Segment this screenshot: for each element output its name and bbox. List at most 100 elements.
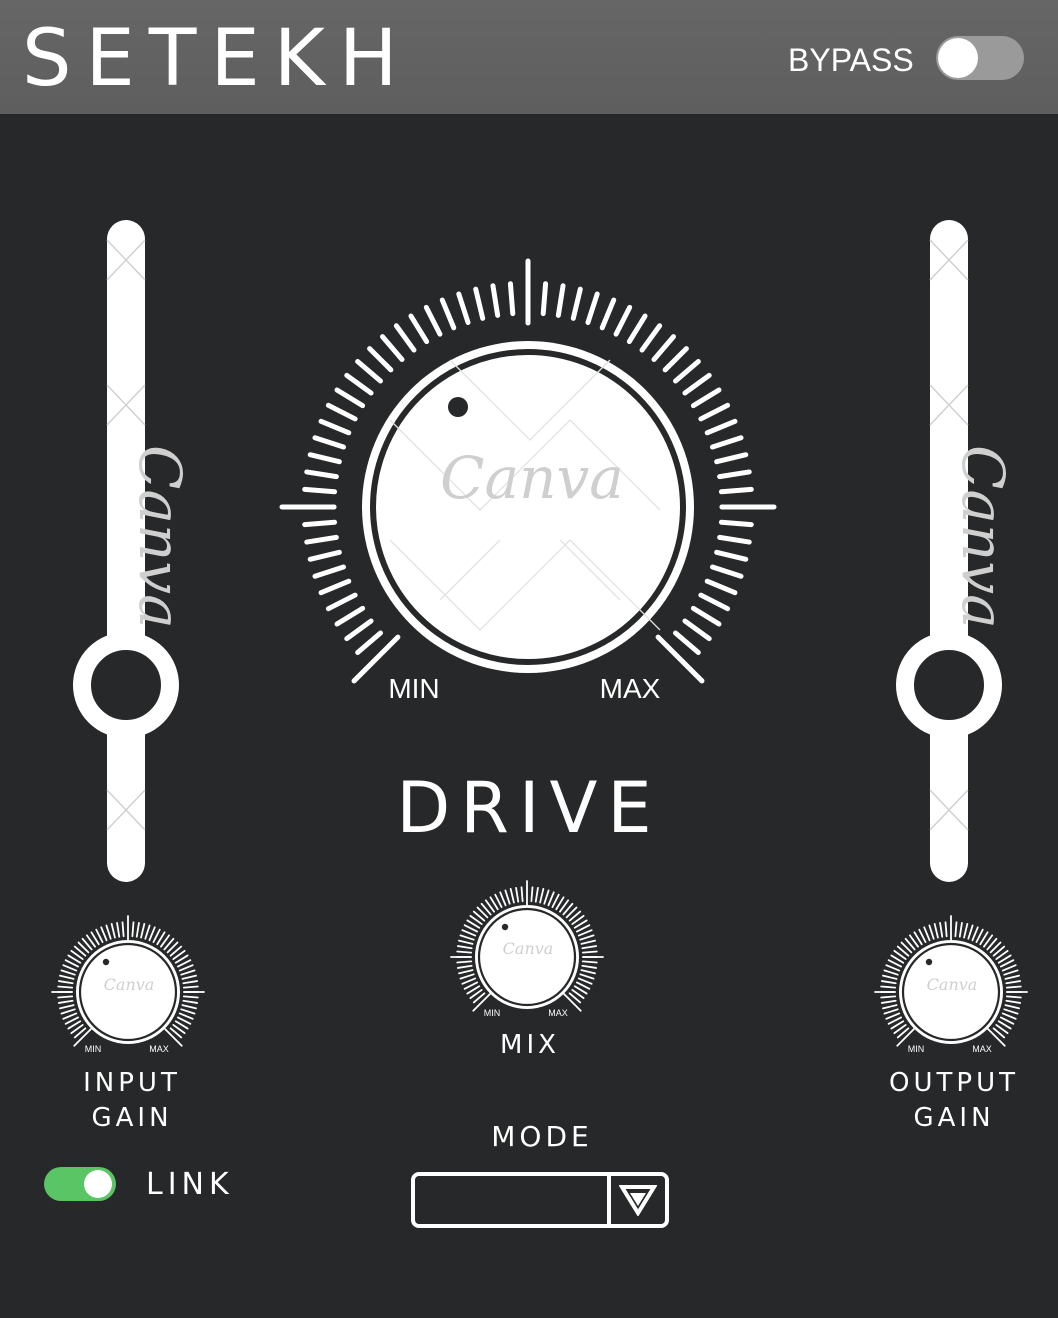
input-gain-knob-tick: [148, 926, 156, 942]
output-gain-slider-handle[interactable]: [896, 632, 1002, 738]
drive-knob-tick: [490, 283, 501, 318]
input-gain-knob-tick: [59, 1004, 75, 1010]
mix-knob-tick: [530, 886, 534, 903]
output-gain-min-label: MIN: [908, 1044, 925, 1054]
mode-dropdown[interactable]: [411, 1172, 669, 1228]
output-gain-knob-tick: [928, 924, 935, 940]
input-gain-knob-tick: [178, 964, 194, 972]
input-gain-knob-tick: [181, 974, 197, 980]
input-gain-knob-tick: [60, 1008, 76, 1015]
drive-knob-tick: [555, 283, 566, 318]
mix-knob-tick: [504, 889, 511, 905]
mix-knob-tick: [580, 969, 596, 975]
drive-knob-tick: [304, 469, 339, 480]
output-gain-knob-watermark: Canva: [927, 975, 978, 994]
drive-knob-tick: [704, 418, 738, 436]
output-gain-knob-tick: [885, 1012, 901, 1020]
drive-knob-tick: [473, 286, 486, 321]
drive-knob-tick: [302, 486, 338, 495]
drive-knob-tick: [312, 435, 346, 450]
output-gain-knob-tick: [1005, 995, 1022, 999]
output-gain-label-line2: GAIN: [913, 1103, 995, 1133]
drive-knob-tick: [334, 605, 366, 627]
link-toggle[interactable]: [44, 1167, 116, 1201]
output-gain-slider-watermark: Canva: [949, 445, 1017, 629]
drive-knob-tick: [655, 634, 705, 684]
mix-knob-tick: [577, 977, 593, 985]
drive-knob-tick: [456, 291, 471, 325]
drive-knob-tick: [318, 418, 352, 436]
input-gain-knob-tick: [144, 924, 151, 940]
mix-knob-tick: [459, 973, 475, 980]
input-gain-knob-indicator: [102, 958, 110, 966]
drive-knob-tick: [302, 519, 338, 528]
input-gain-knob-tick: [62, 964, 78, 972]
input-gain-knob-tick: [121, 921, 125, 938]
drive-knob-tick: [367, 346, 394, 373]
mix-knob-tick: [461, 929, 477, 937]
input-gain-knob-tick: [181, 1004, 197, 1010]
drive-knob[interactable]: Canva MIN MAX: [279, 258, 777, 704]
link-toggle-thumb: [84, 1170, 112, 1198]
output-gain-knob-tick: [883, 969, 899, 976]
input-gain-knob-tick: [57, 980, 74, 985]
output-gain-knob-tick: [1003, 969, 1019, 976]
drive-knob-tick: [698, 592, 731, 612]
input-gain-label-line1: INPUT: [83, 1068, 181, 1098]
output-gain-knob-tick: [963, 923, 969, 939]
drive-knob-tick: [344, 618, 374, 642]
drive-knob-tick: [439, 297, 457, 331]
drive-knob-tick: [312, 564, 346, 579]
input-gain-knob-tick: [57, 985, 74, 989]
drive-knob-tick: [585, 291, 600, 325]
output-gain-knob-tick: [967, 924, 974, 940]
output-gain-knob-tick: [1005, 999, 1022, 1004]
output-gain-knob-tick: [1003, 1008, 1019, 1015]
mix-knob-tick: [456, 945, 473, 950]
input-gain-knob-tick: [62, 1012, 78, 1020]
mix-knob-tick: [515, 886, 520, 903]
mix-knob-tick: [509, 888, 515, 904]
input-gain-knob[interactable]: Canva MIN MAX: [51, 915, 205, 1054]
input-gain-slider[interactable]: Canva: [73, 220, 194, 882]
mix-knob[interactable]: Canva MIN MAX: [450, 880, 604, 1018]
output-gain-knob[interactable]: Canva MIN MAX: [874, 915, 1028, 1054]
drive-knob-tick: [690, 387, 722, 409]
input-gain-knob-tick: [60, 969, 76, 976]
output-gain-knob-tick: [1001, 964, 1017, 972]
output-gain-knob-indicator: [925, 958, 933, 966]
output-gain-knob-tick: [944, 921, 948, 938]
mix-knob-tick: [461, 977, 477, 985]
output-gain-slider[interactable]: Canva: [896, 220, 1017, 882]
mix-knob-tick: [499, 891, 507, 907]
input-gain-label: INPUT GAIN: [40, 1066, 224, 1136]
drive-knob-tick: [626, 313, 648, 345]
drive-max-label: MAX: [600, 673, 661, 704]
mix-knob-tick: [456, 964, 473, 969]
mix-knob-tick: [581, 964, 598, 969]
mix-knob-watermark: Canva: [503, 939, 554, 958]
mix-min-label: MIN: [484, 1008, 501, 1018]
drive-knob-tick: [673, 630, 701, 655]
output-gain-knob-tick: [954, 921, 958, 938]
output-gain-knob-tick: [880, 980, 897, 985]
drive-knob-tick: [380, 334, 405, 362]
mode-label: MODE: [491, 1120, 593, 1153]
output-gain-knob-tick: [933, 923, 939, 939]
input-gain-knob-tick: [178, 1012, 194, 1020]
input-gain-slider-handle[interactable]: [73, 632, 179, 738]
input-gain-knob-tick: [182, 999, 199, 1004]
drive-knob-watermark: Canva: [440, 444, 624, 512]
drive-knob-tick: [355, 630, 383, 655]
input-gain-max-label: MAX: [149, 1044, 169, 1054]
input-gain-min-label: MIN: [85, 1044, 102, 1054]
drive-knob-tick: [714, 452, 749, 465]
mix-knob-tick: [547, 891, 555, 907]
input-gain-knob-tick: [182, 985, 199, 989]
drive-knob-tick: [540, 281, 549, 317]
output-gain-knob-tick: [958, 921, 963, 938]
drive-knob-tick: [698, 402, 731, 422]
drive-knob-tick: [613, 304, 633, 337]
triangle-down-icon[interactable]: [619, 1184, 657, 1216]
input-gain-knob-tick: [182, 980, 199, 985]
